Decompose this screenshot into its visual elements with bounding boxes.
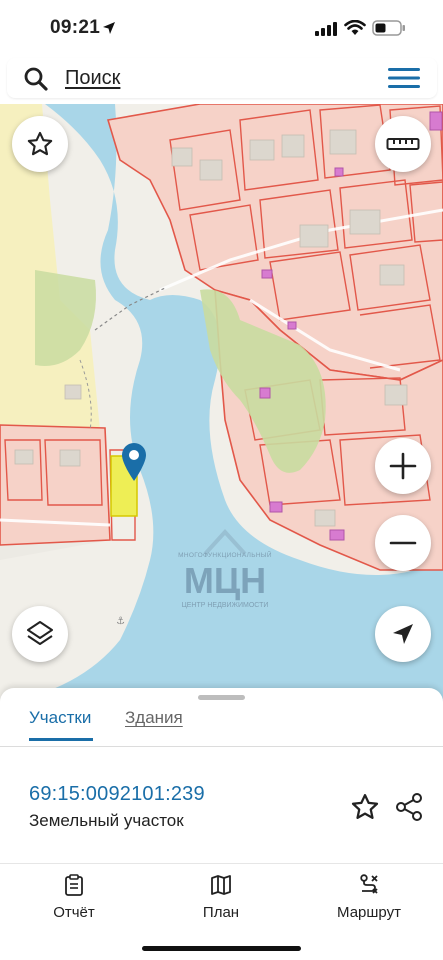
tab-buildings[interactable]: Здания [125, 708, 183, 728]
layers-button[interactable] [12, 606, 68, 662]
my-location-button[interactable] [375, 606, 431, 662]
nav-divider [0, 863, 443, 864]
status-time: 09:21 [50, 17, 101, 38]
tab-plots[interactable]: Участки [29, 708, 94, 741]
star-outline-icon [27, 131, 53, 156]
favorite-star-icon[interactable] [350, 792, 380, 822]
zoom-out-button[interactable] [375, 515, 431, 571]
hamburger-menu-icon[interactable] [388, 67, 420, 89]
sheet-drag-handle[interactable] [198, 695, 245, 700]
watermark-small-text: МНОГОФУНКЦИОНАЛЬНЫЙ [178, 552, 272, 559]
parcel-type-label: Земельный участок [29, 811, 184, 830]
nav-route-label: Маршрут [337, 904, 401, 921]
layers-icon [27, 621, 53, 645]
svg-text:⚓: ⚓ [116, 616, 125, 627]
report-icon [65, 874, 83, 896]
status-bar: 09:21 [0, 0, 443, 56]
navigation-arrow-icon [393, 624, 413, 644]
watermark-logo: МНОГОФУНКЦИОНАЛЬНЫЙ МЦН ЦЕНТР НЕДВИЖИМОС… [170, 529, 280, 644]
ruler-button[interactable] [375, 116, 431, 172]
ruler-icon [386, 138, 420, 150]
search-icon[interactable] [23, 66, 49, 92]
cellular-signal-icon [315, 22, 337, 36]
location-arrow-icon [103, 22, 115, 34]
wifi-icon [344, 20, 366, 35]
nav-plan-label: План [202, 904, 240, 921]
plus-icon [389, 452, 417, 480]
watermark-subtitle: ЦЕНТР НЕДВИЖИМОСТИ [181, 602, 269, 609]
search-input[interactable]: Поиск [65, 67, 120, 90]
minus-icon [389, 541, 417, 545]
location-pin-icon[interactable] [120, 442, 148, 482]
favorites-map-button[interactable] [12, 116, 68, 172]
home-indicator[interactable] [142, 946, 301, 951]
map-plan-icon [211, 875, 231, 895]
cadastral-number-link[interactable]: 69:15:0092101:239 [29, 783, 205, 806]
watermark-logo-text: МЦН [183, 560, 267, 601]
nav-report-label: Отчёт [53, 904, 95, 921]
info-bottom-sheet: Участки Здания 69:15:0092101:239 Земельн… [0, 688, 443, 960]
zoom-in-button[interactable] [375, 438, 431, 494]
map-view[interactable]: ⚓ МНОГОФУНКЦИОНАЛЬНЫЙ МЦН ЦЕНТР НЕДВИЖИМ… [0, 104, 443, 704]
share-icon[interactable] [394, 792, 424, 822]
tabs-divider [0, 746, 443, 747]
route-icon [360, 874, 378, 894]
search-bar[interactable]: Поиск [7, 58, 437, 98]
battery-icon [372, 20, 405, 36]
